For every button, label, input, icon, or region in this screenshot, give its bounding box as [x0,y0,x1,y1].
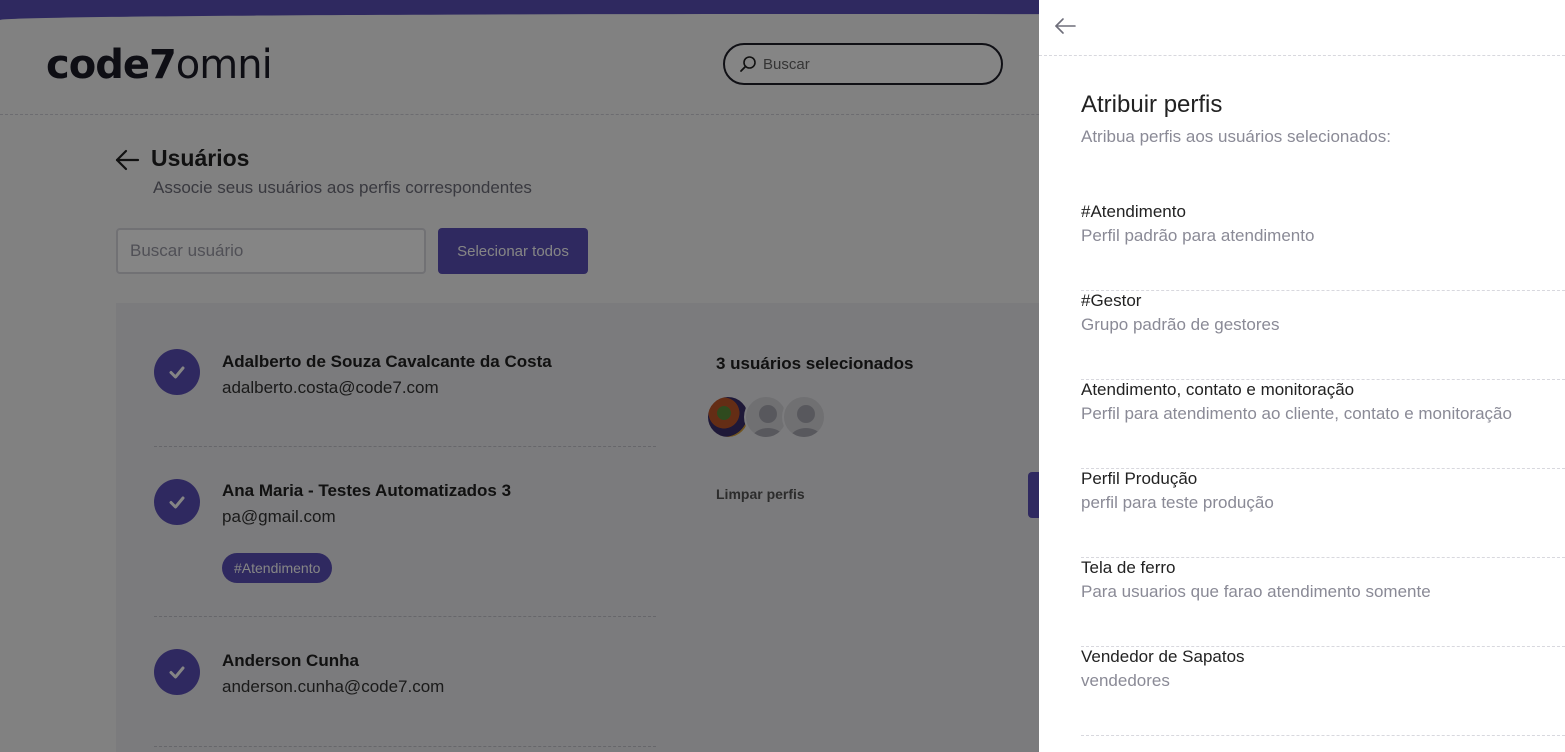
profile-description: perfil para teste produção [1081,493,1274,512]
profile-name: #Atendimento [1081,202,1186,221]
profile-name: Vendedor de Sapatos [1081,647,1245,666]
profile-option[interactable]: #Gestor Grupo padrão de gestores [1081,291,1565,380]
profile-description: Perfil para atendimento ao cliente, cont… [1081,404,1512,423]
profile-name: Atendimento, contato e monitoração [1081,380,1355,399]
profile-option[interactable]: Atendimento, contato e monitoração Perfi… [1081,380,1565,469]
profile-description: Perfil padrão para atendimento [1081,226,1315,245]
profile-name: Perfil Produção [1081,469,1198,488]
profile-option[interactable]: #Atendimento Perfil padrão para atendime… [1081,202,1565,291]
drawer-divider [1039,55,1565,56]
profile-description: Grupo padrão de gestores [1081,315,1280,334]
profile-name: #Gestor [1081,291,1142,310]
profile-description: vendedores [1081,671,1170,690]
profile-description: Para usuarios que farao atendimento some… [1081,582,1431,601]
profile-option[interactable]: Perfil Produção perfil para teste produç… [1081,469,1565,558]
drawer-subtitle: Atribua perfis aos usuários selecionados… [1081,127,1391,146]
profile-name: Tela de ferro [1081,558,1176,577]
profile-option[interactable]: Tela de ferro Para usuarios que farao at… [1081,558,1565,647]
assign-profiles-drawer: Atribuir perfis Atribua perfis aos usuár… [1039,0,1565,752]
profile-option[interactable]: Vendedor de Sapatos vendedores [1081,647,1565,736]
drawer-title: Atribuir perfis [1081,91,1223,118]
back-arrow-icon[interactable] [1053,14,1077,38]
